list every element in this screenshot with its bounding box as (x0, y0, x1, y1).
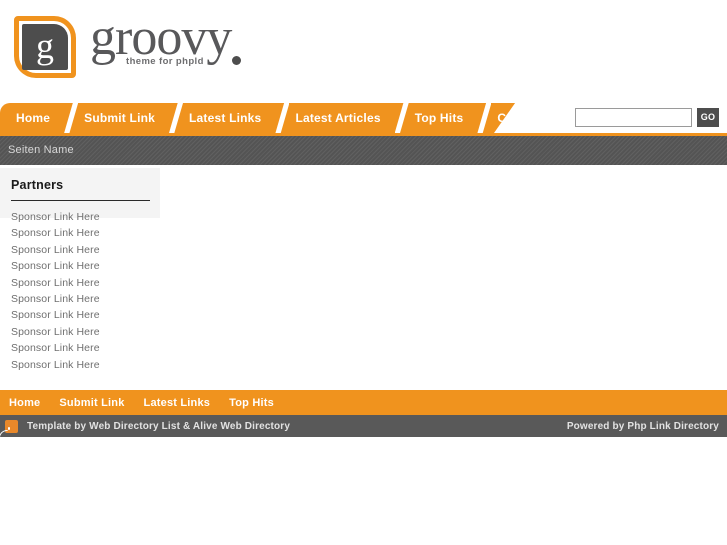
search-input[interactable] (575, 108, 692, 127)
rss-icon[interactable] (5, 419, 18, 433)
partners-heading: Partners (11, 178, 64, 192)
nav-item-latest-links[interactable]: Latest Links (172, 103, 278, 133)
nav-item-top-hits[interactable]: Top Hits (398, 103, 481, 133)
sponsor-link-list: Sponsor Link Here Sponsor Link Here Spon… (11, 209, 100, 373)
list-item[interactable]: Sponsor Link Here (11, 209, 100, 225)
footer-navigation: Home Submit Link Latest Links Top Hits (0, 390, 727, 415)
footer-nav-item-home[interactable]: Home (9, 397, 50, 409)
nav-item-submit-link[interactable]: Submit Link (67, 103, 172, 133)
footer-nav-item-submit-link[interactable]: Submit Link (59, 397, 134, 409)
list-item[interactable]: Sponsor Link Here (11, 340, 100, 356)
list-item[interactable]: Sponsor Link Here (11, 242, 100, 258)
nav-item-home[interactable]: Home (0, 103, 67, 133)
nav-item-contact-us[interactable]: Contact Us (480, 103, 579, 133)
page-root: g groovy theme for phpld Home Submit Lin… (0, 0, 727, 545)
site-logo[interactable]: g groovy theme for phpld (14, 12, 241, 78)
logo-dot-icon (232, 56, 241, 65)
search-box: GO (575, 108, 719, 127)
footer-nav-item-latest-links[interactable]: Latest Links (144, 397, 221, 409)
footer-nav-item-top-hits[interactable]: Top Hits (229, 397, 284, 409)
nav-item-latest-articles[interactable]: Latest Articles (278, 103, 397, 133)
content-area: Partners Sponsor Link Here Sponsor Link … (0, 165, 727, 390)
footer-bar: Template by Web Directory List & Alive W… (0, 415, 727, 437)
logo-text-block: groovy theme for phpld (90, 12, 241, 67)
logo-tagline: theme for phpld (126, 56, 204, 67)
main-navigation: Home Submit Link Latest Links Latest Art… (0, 103, 727, 133)
page-title-bar: Seiten Name (0, 133, 727, 165)
list-item[interactable]: Sponsor Link Here (11, 225, 100, 241)
search-go-button[interactable]: GO (697, 108, 719, 127)
list-item[interactable]: Sponsor Link Here (11, 275, 100, 291)
logo-mark-square: g (22, 24, 68, 70)
list-item[interactable]: Sponsor Link Here (11, 324, 100, 340)
list-item[interactable]: Sponsor Link Here (11, 357, 100, 373)
list-item[interactable]: Sponsor Link Here (11, 258, 100, 274)
site-header: g groovy theme for phpld (0, 0, 727, 103)
nav-list: Home Submit Link Latest Links Latest Art… (0, 103, 580, 133)
logo-letter: g (36, 26, 54, 66)
page-title: Seiten Name (8, 144, 74, 156)
footer-powered-by: Powered by Php Link Directory (566, 420, 719, 432)
logo-mark-icon: g (14, 16, 76, 78)
footer-credit[interactable]: Template by Web Directory List & Alive W… (27, 421, 290, 432)
list-item[interactable]: Sponsor Link Here (11, 291, 100, 307)
partners-spacer (11, 201, 150, 208)
list-item[interactable]: Sponsor Link Here (11, 307, 100, 323)
